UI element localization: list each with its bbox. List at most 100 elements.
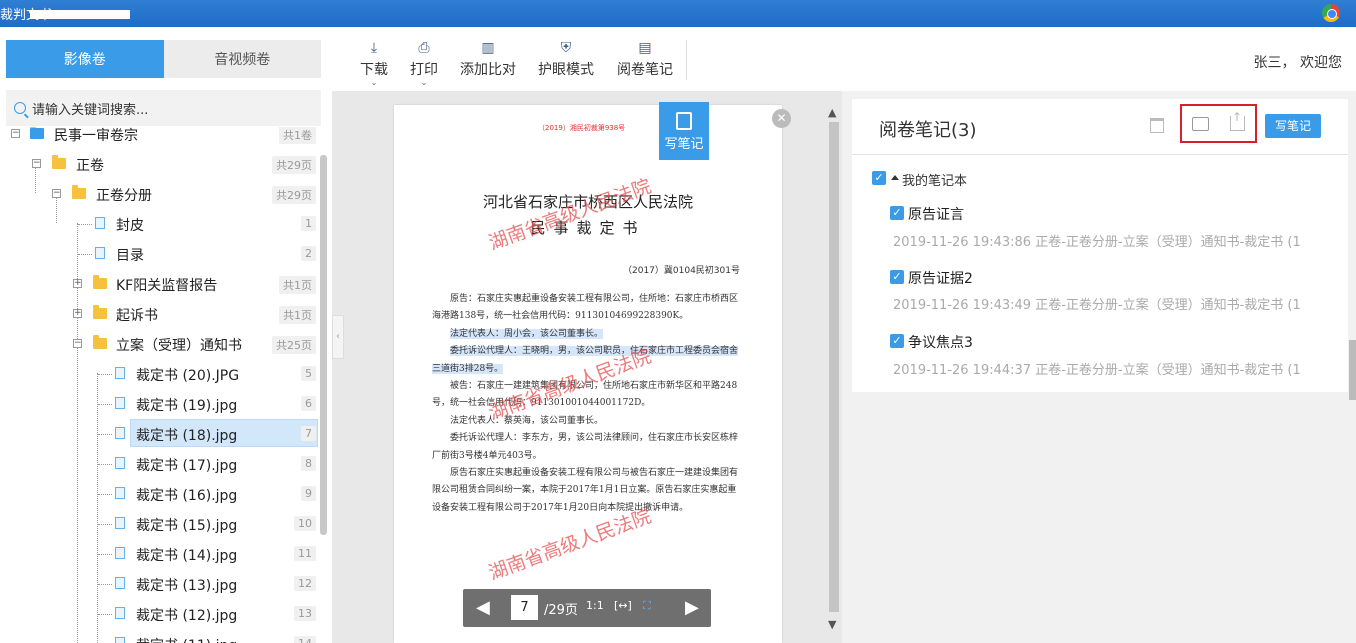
image-file-icon — [115, 427, 125, 439]
tree-node-file-selected[interactable]: 裁定书 (18).jpg 7 — [6, 419, 318, 449]
eye-mode-button[interactable]: ⛨ 护眼模式 — [538, 41, 594, 79]
folder-open-icon — [93, 335, 107, 349]
tree-node-file[interactable]: 裁定书 (12).jpg 13 — [6, 599, 318, 629]
expand-toggle[interactable]: + — [73, 279, 82, 288]
page-number-badge: 10 — [294, 516, 316, 531]
note-meta: 2019-11-26 19:44:37 正卷-正卷分册-立案（受理）通知书-裁定… — [893, 363, 1301, 378]
scroll-up-icon[interactable]: ▲ — [828, 106, 836, 119]
tree-node-label: 裁定书 (19).jpg — [136, 398, 238, 414]
next-page-button[interactable]: ▶ — [685, 597, 699, 618]
viewer-scrollbar[interactable]: ▲ ▼ — [826, 100, 842, 635]
tree-node-file[interactable]: 裁定书 (15).jpg 10 — [6, 509, 318, 539]
write-note-button[interactable]: 写笔记 — [1265, 114, 1321, 138]
image-file-icon — [115, 517, 125, 529]
note-title[interactable]: 原告证言 — [908, 204, 964, 224]
actual-size-button[interactable]: 1:1 — [586, 599, 604, 612]
tree-node-filing-notice[interactable]: − 立案（受理）通知书 共25页 — [6, 329, 318, 359]
tree-node-label: 正卷 — [76, 158, 104, 174]
caret-up-icon[interactable] — [891, 175, 899, 180]
search-placeholder: 请输入关键词搜索... — [32, 102, 149, 118]
download-icon: ⤓ — [370, 40, 378, 56]
trash-icon[interactable] — [1150, 118, 1164, 133]
page-count-badge: 共25页 — [272, 336, 316, 354]
folder-icon — [93, 305, 107, 319]
tree-node-file[interactable]: 裁定书 (13).jpg 12 — [6, 569, 318, 599]
tree-node-label: 封皮 — [116, 218, 144, 234]
collapse-toggle[interactable]: − — [32, 159, 41, 168]
tree-node-file[interactable]: 裁定书 (14).jpg 11 — [6, 539, 318, 569]
notes-title: 阅卷笔记(3) — [879, 120, 977, 141]
page-number-badge: 6 — [301, 396, 316, 411]
tab-image-volume[interactable]: 影像卷 — [6, 40, 164, 78]
close-icon[interactable]: ✕ — [772, 109, 791, 128]
image-file-icon — [115, 547, 125, 559]
viewer-toolbar: ⤓ 下载 ⌄ ⎙ 打印 ⌄ ▥ 添加比对 ⛨ 护眼模式 ▤ 阅卷笔记 — [340, 27, 1356, 90]
note-title[interactable]: 原告证据2 — [908, 268, 973, 288]
tree-node-contents[interactable]: 目录 2 — [6, 239, 318, 269]
expand-toggle[interactable]: + — [73, 309, 82, 318]
note-meta: 2019-11-26 19:43:49 正卷-正卷分册-立案（受理）通知书-裁定… — [893, 298, 1301, 313]
tree-node-kf-report[interactable]: + KF阳关监督报告 共1页 — [6, 269, 318, 299]
fit-width-icon[interactable]: [↔] — [614, 599, 632, 612]
print-button[interactable]: ⎙ 打印 ⌄ — [410, 41, 438, 87]
fullscreen-icon[interactable]: ⛶ — [643, 599, 651, 613]
folder-open-icon — [72, 185, 86, 199]
note-title[interactable]: 争议焦点3 — [908, 332, 973, 352]
tree-node-sub-volume[interactable]: − 正卷分册 共29页 — [6, 179, 318, 209]
export-icon[interactable] — [1230, 110, 1245, 131]
notebook-label: 我的笔记本 — [902, 174, 968, 189]
collapse-panel-handle[interactable]: ‹ — [332, 315, 344, 359]
document-paragraph: 原告：石家庄实惠起重设备安装工程有限公司，住所地：石家庄市桥西区海港路138号，… — [432, 294, 739, 322]
note-checkbox[interactable]: ✓ — [890, 206, 904, 220]
note-meta: 2019-11-26 19:43:86 正卷-正卷分册-立案（受理）通知书-裁定… — [893, 235, 1301, 250]
search-input[interactable]: 请输入关键词搜索... — [6, 90, 321, 126]
add-compare-button[interactable]: ▥ 添加比对 — [460, 41, 516, 79]
document-header-number: （2019）湘民初裁第938号 — [538, 124, 626, 132]
tree-node-main-volume[interactable]: − 正卷 共29页 — [6, 149, 318, 179]
page-number-badge: 7 — [301, 426, 316, 441]
collapse-toggle[interactable]: − — [73, 339, 82, 348]
read-notes-button[interactable]: ▤ 阅卷笔记 — [617, 41, 673, 79]
tree-node-file[interactable]: 裁定书 (17).jpg 8 — [6, 449, 318, 479]
print-label: 打印 — [410, 62, 438, 78]
tree-node-label: KF阳关监督报告 — [116, 278, 218, 294]
page-count-badge: 共1页 — [279, 276, 316, 294]
print-notes-icon[interactable] — [1192, 117, 1209, 131]
tree-node-volume[interactable]: − 民事一审卷宗 共1卷 — [6, 127, 318, 149]
prev-page-button[interactable]: ◀ — [476, 597, 490, 618]
tree-node-cover[interactable]: 封皮 1 — [6, 209, 318, 239]
shield-icon: ⛨ — [560, 40, 572, 56]
tree-node-file[interactable]: 裁定书 (16).jpg 9 — [6, 479, 318, 509]
page-scrollbar[interactable] — [1349, 340, 1356, 400]
tree-scrollbar[interactable] — [320, 155, 327, 535]
tree-node-file[interactable]: 裁定书 (11).jpg 14 — [6, 629, 318, 643]
note-checkbox[interactable]: ✓ — [890, 334, 904, 348]
tree-node-label: 裁定书 (12).jpg — [136, 608, 238, 624]
tree-node-indictment[interactable]: + 起诉书 共1页 — [6, 299, 318, 329]
tree-node-label: 起诉书 — [116, 308, 158, 324]
collapse-toggle[interactable]: − — [11, 129, 20, 138]
tree-node-label: 民事一审卷宗 — [54, 128, 138, 144]
tab-av-volume[interactable]: 音视频卷 — [163, 40, 321, 78]
collapse-toggle[interactable]: − — [52, 189, 61, 198]
scroll-down-icon[interactable]: ▼ — [828, 618, 836, 631]
scrollbar-thumb[interactable] — [829, 122, 839, 612]
printer-icon: ⎙ — [418, 40, 430, 56]
notebook-checkbox[interactable]: ✓ — [872, 171, 886, 185]
download-button[interactable]: ⤓ 下载 ⌄ — [360, 41, 388, 87]
window-titlebar: 裁判文书... — [0, 0, 1356, 27]
page-number-input[interactable]: 7 — [511, 595, 538, 620]
write-note-floating-button[interactable]: 写笔记 — [659, 102, 709, 160]
chrome-icon[interactable] — [1322, 4, 1340, 22]
tree-node-label: 目录 — [116, 248, 144, 264]
page-number-badge: 11 — [294, 546, 316, 561]
page-number-badge: 2 — [301, 246, 316, 261]
highlighted-paragraph[interactable]: 法定代表人：周小会，该公司董事长。 — [450, 328, 604, 339]
search-icon — [14, 102, 26, 114]
note-checkbox[interactable]: ✓ — [890, 270, 904, 284]
tree-node-file[interactable]: 裁定书 (19).jpg 6 — [6, 389, 318, 419]
tree-node-label: 立案（受理）通知书 — [116, 338, 242, 354]
page-total: /29页 — [544, 603, 578, 618]
tree-node-file[interactable]: 裁定书 (20).JPG 5 — [6, 359, 318, 389]
image-file-icon — [115, 637, 125, 643]
